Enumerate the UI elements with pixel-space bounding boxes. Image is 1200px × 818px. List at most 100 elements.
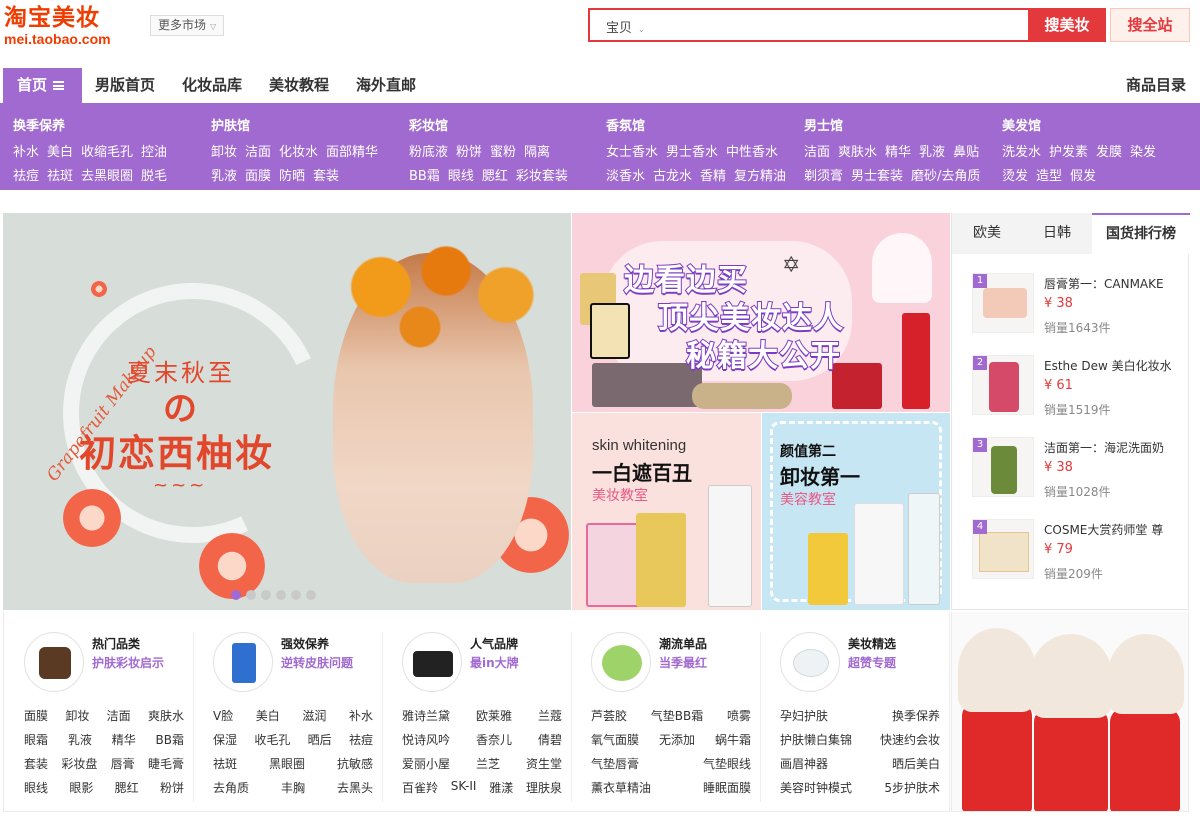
bottom-link[interactable]: BB霜 [156, 731, 184, 751]
carousel-dot[interactable] [291, 590, 301, 600]
search-input[interactable] [654, 14, 1014, 36]
category-link[interactable]: 眼线 [448, 169, 474, 184]
bottom-col-head[interactable]: 强效保养 [281, 635, 329, 652]
category-link[interactable]: 古龙水 [653, 169, 692, 184]
bottom-link[interactable]: 理肤泉 [526, 779, 562, 799]
category-link[interactable]: 乳液 [211, 169, 237, 184]
bottom-link[interactable]: 气垫唇膏 [591, 755, 639, 775]
category-link[interactable]: 中性香水 [726, 145, 778, 160]
bottom-link[interactable]: 粉饼 [160, 779, 184, 799]
category-title[interactable]: 美发馆 [1002, 115, 1041, 134]
category-link[interactable]: 磨砂/去角质 [911, 169, 980, 184]
category-link[interactable]: 剃须膏 [804, 169, 843, 184]
bottom-link[interactable]: 气垫BB霜 [651, 707, 703, 727]
category-link[interactable]: 洗发水 [1002, 145, 1041, 160]
bottom-link[interactable]: 兰蔻 [538, 707, 562, 727]
bottom-link[interactable]: 画眉神器 [780, 755, 828, 775]
category-link[interactable]: 粉饼 [456, 145, 482, 160]
bottom-link[interactable]: 保湿 [213, 731, 237, 751]
bottom-link[interactable]: 兰芝 [476, 755, 500, 775]
bottom-link[interactable]: 喷雾 [727, 707, 751, 727]
search-all-button[interactable]: 搜全站 [1110, 8, 1190, 42]
carousel-dot[interactable] [231, 590, 241, 600]
ranking-item[interactable]: 4 COSME大赏药师堂 尊 ¥ 79 销量209件 [972, 519, 1182, 585]
category-link[interactable]: 护发素 [1049, 145, 1088, 160]
category-link[interactable]: 彩妆套装 [516, 169, 568, 184]
nav-makeup-tutorial[interactable]: 美妆教程 [269, 68, 329, 103]
bottom-link[interactable]: 欧莱雅 [476, 707, 512, 727]
bottom-col-head[interactable]: 人气品牌 [470, 635, 518, 652]
site-logo[interactable]: 淘宝美妆 mei.taobao.com [4, 4, 144, 46]
category-link[interactable]: 腮红 [482, 169, 508, 184]
bottom-link[interactable]: 套装 [24, 755, 48, 775]
bottom-link[interactable]: 晒后美白 [892, 755, 940, 775]
category-link[interactable]: 祛痘 [13, 169, 39, 184]
category-link[interactable]: 造型 [1036, 169, 1062, 184]
lucky-cat-ad[interactable] [951, 612, 1189, 812]
category-link[interactable]: 控油 [141, 145, 167, 160]
category-link[interactable]: 淡香水 [606, 169, 645, 184]
bottom-col-head[interactable]: 美妆精选 [848, 635, 896, 652]
bottom-link[interactable]: 乳液 [68, 731, 92, 751]
bottom-link[interactable]: 收毛孔 [254, 731, 290, 751]
search-type-dropdown[interactable]: 宝贝 ⌄ [606, 17, 645, 36]
bottom-link[interactable]: 黑眼圈 [269, 755, 305, 775]
category-link[interactable]: 卸妆 [211, 145, 237, 160]
carousel-dot[interactable] [246, 590, 256, 600]
category-link[interactable]: 男士香水 [666, 145, 718, 160]
category-link[interactable]: 男士套装 [851, 169, 903, 184]
bottom-link[interactable]: 精华 [112, 731, 136, 751]
bottom-link[interactable]: 快速约会妆 [880, 731, 940, 751]
promo-banner-live-shopping[interactable]: ✡ 边看边买 顶尖美妆达人 秘籍大公开 [572, 213, 950, 412]
bottom-link[interactable]: 面膜 [24, 707, 48, 727]
bottom-link[interactable]: 滋润 [302, 707, 326, 727]
bottom-link[interactable]: 氧气面膜 [591, 731, 639, 751]
category-link[interactable]: 复方精油 [734, 169, 786, 184]
category-link[interactable]: 化妆水 [279, 145, 318, 160]
bottom-link[interactable]: 蜗牛霜 [715, 731, 751, 751]
category-link[interactable]: 女士香水 [606, 145, 658, 160]
category-title[interactable]: 彩妆馆 [409, 115, 448, 134]
bottom-link[interactable]: 睫毛膏 [148, 755, 184, 775]
bottom-link[interactable]: 美白 [256, 707, 280, 727]
bottom-link[interactable]: 眼霜 [24, 731, 48, 751]
bottom-link[interactable]: 香奈儿 [476, 731, 512, 751]
category-link[interactable]: 脱毛 [141, 169, 167, 184]
category-link[interactable]: 防晒 [279, 169, 305, 184]
carousel-dot[interactable] [261, 590, 271, 600]
category-link[interactable]: 鼻贴 [953, 145, 979, 160]
category-link[interactable]: 面部精华 [326, 145, 378, 160]
category-link[interactable]: 收缩毛孔 [81, 145, 133, 160]
category-link[interactable]: 爽肤水 [838, 145, 877, 160]
bottom-link[interactable]: 悦诗风吟 [402, 731, 450, 751]
category-title[interactable]: 香氛馆 [606, 115, 645, 134]
category-link[interactable]: 蜜粉 [490, 145, 516, 160]
category-link[interactable]: 套装 [313, 169, 339, 184]
bottom-link[interactable]: 雅漾 [489, 779, 513, 799]
nav-cosmetics-library[interactable]: 化妆品库 [182, 68, 242, 103]
category-link[interactable]: BB霜 [409, 169, 440, 184]
bottom-link[interactable]: 补水 [349, 707, 373, 727]
bottom-link[interactable]: 腮红 [115, 779, 139, 799]
bottom-link[interactable]: 孕妇护肤 [780, 707, 828, 727]
bottom-link[interactable]: 护肤懒白集锦 [780, 731, 852, 751]
nav-overseas-direct[interactable]: 海外直邮 [356, 68, 416, 103]
bottom-link[interactable]: 洁面 [107, 707, 131, 727]
bottom-link[interactable]: 唇膏 [111, 755, 135, 775]
bottom-link[interactable]: 气垫眼线 [703, 755, 751, 775]
carousel-dot[interactable] [276, 590, 286, 600]
category-link[interactable]: 洁面 [804, 145, 830, 160]
search-beauty-button[interactable]: 搜美妆 [1028, 8, 1106, 42]
nav-product-catalog[interactable]: 商品目录 [1126, 68, 1186, 103]
nav-home[interactable]: 首页 [3, 68, 82, 103]
bottom-link[interactable]: 祛痘 [349, 731, 373, 751]
bottom-link[interactable]: 倩碧 [538, 731, 562, 751]
bottom-link[interactable]: 爽肤水 [148, 707, 184, 727]
ranking-item[interactable]: 2 Esthe Dew 美白化妆水 ¥ 61 销量1519件 [972, 355, 1182, 421]
promo-banner-makeup-remover[interactable]: 颜值第二 卸妆第一 美容教室 [762, 413, 950, 610]
bottom-link[interactable]: 雅诗兰黛 [402, 707, 450, 727]
category-link[interactable]: 美白 [47, 145, 73, 160]
bottom-col-head[interactable]: 热门品类 [92, 635, 140, 652]
tab-japan-korea[interactable]: 日韩 [1022, 213, 1092, 254]
category-title[interactable]: 换季保养 [13, 115, 65, 134]
